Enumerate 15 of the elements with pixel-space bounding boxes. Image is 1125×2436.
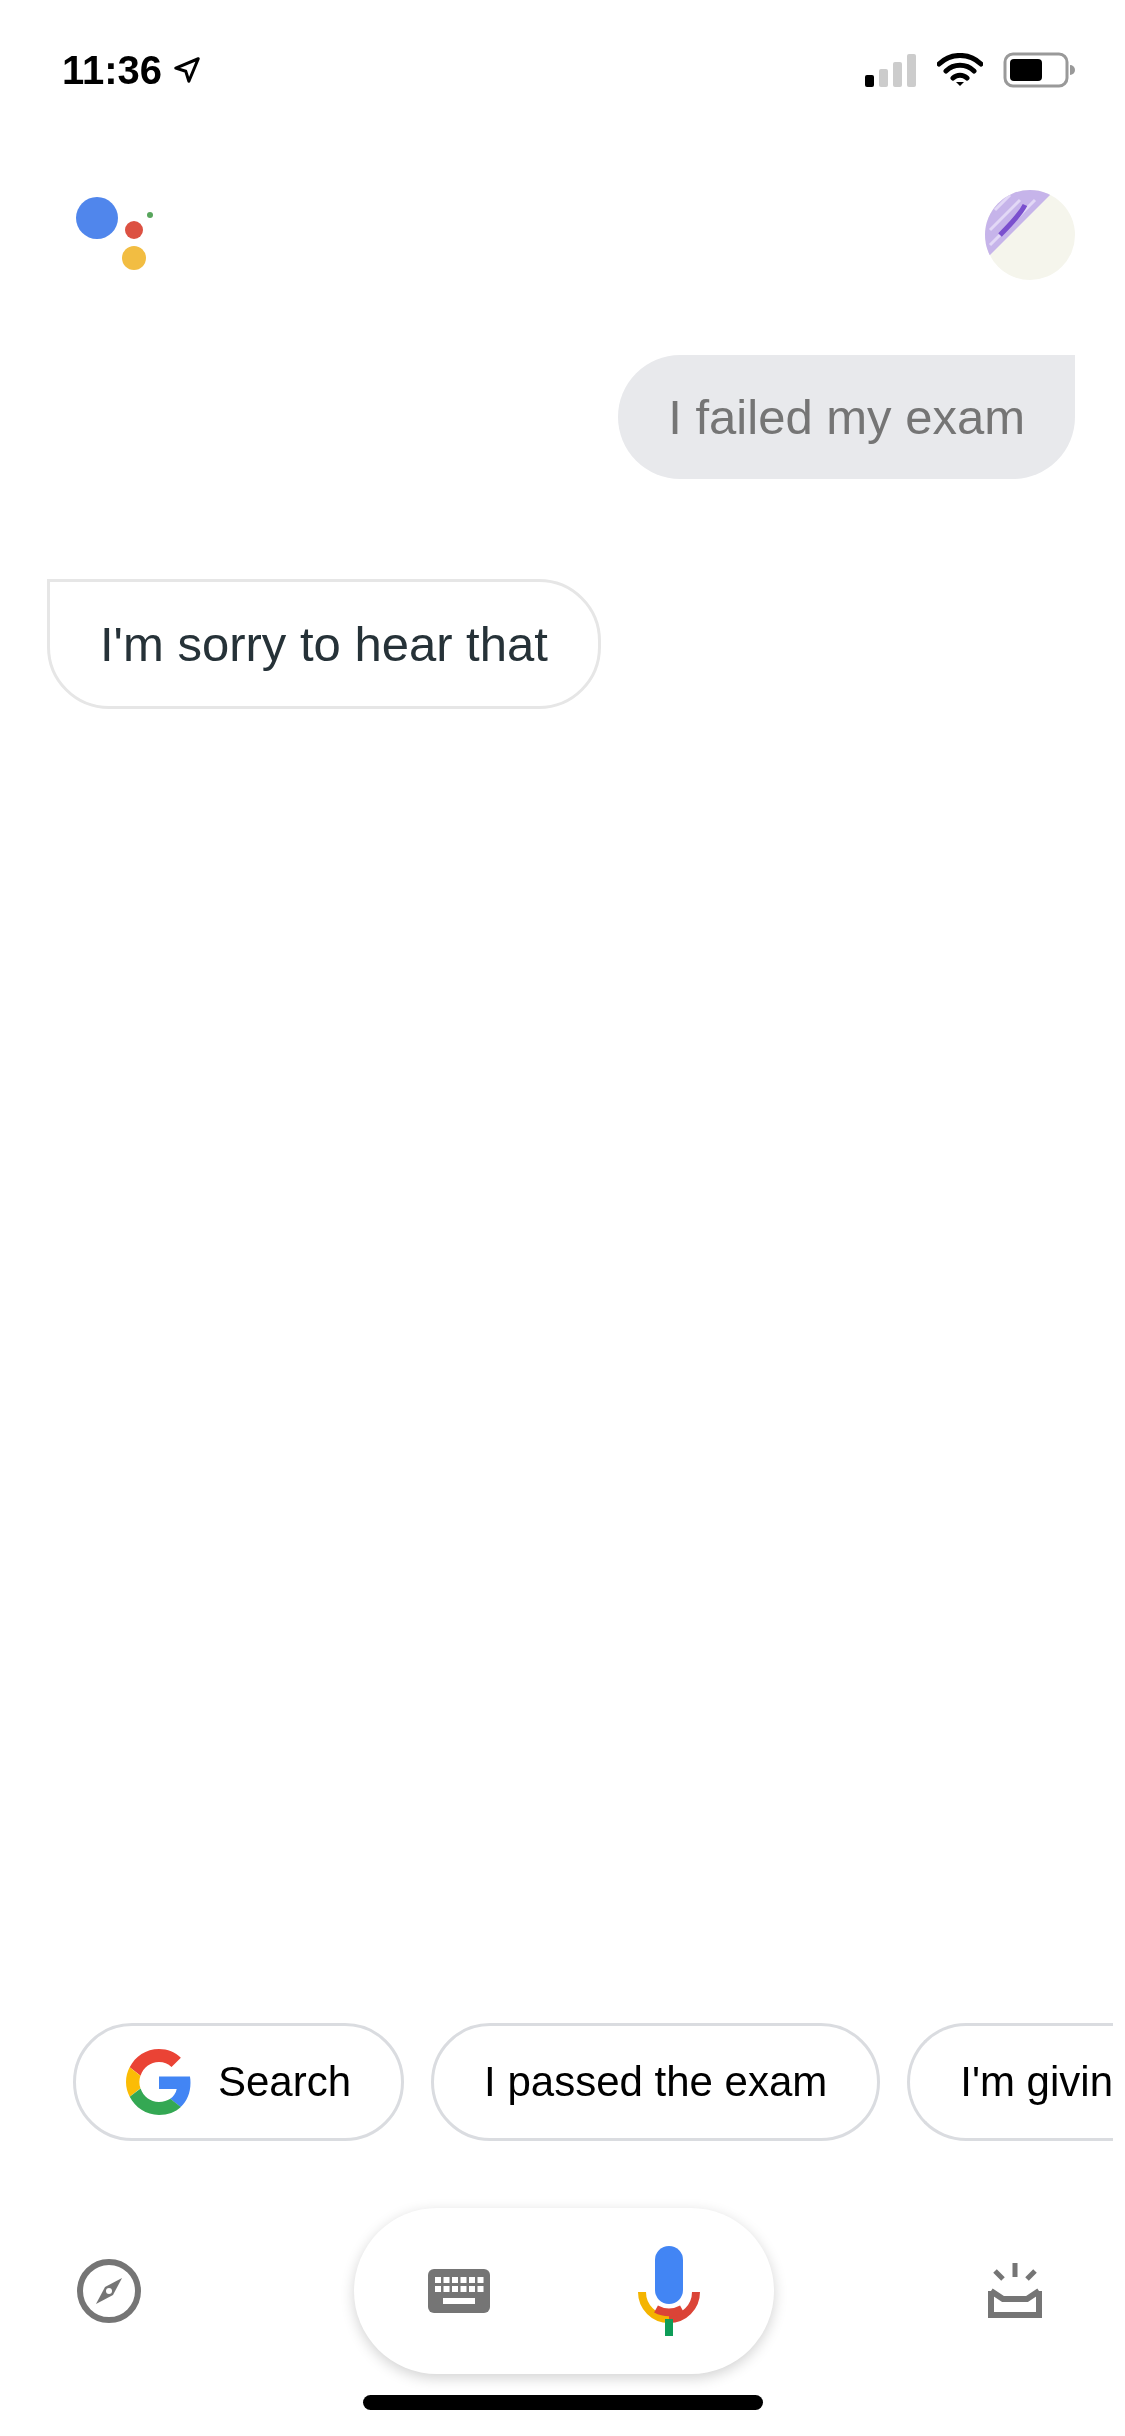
suggestion-chip[interactable]: Search xyxy=(73,2023,405,2141)
status-time: 11:36 xyxy=(62,47,163,93)
compass-icon[interactable] xyxy=(76,2258,142,2324)
suggestion-chip[interactable]: I passed the exam xyxy=(431,2023,881,2141)
location-arrow-icon xyxy=(172,55,203,85)
wifi-icon xyxy=(937,53,983,87)
user-message: I failed my exam xyxy=(618,355,1075,479)
suggestion-chip[interactable]: I'm givin xyxy=(907,2023,1113,2141)
google-icon xyxy=(126,2049,192,2115)
signal-icon xyxy=(865,53,917,87)
updates-tray-icon[interactable] xyxy=(985,2261,1045,2321)
battery-icon xyxy=(1003,52,1075,88)
keyboard-icon[interactable] xyxy=(427,2269,490,2313)
microphone-icon[interactable] xyxy=(637,2246,700,2336)
assistant-message: I'm sorry to hear that xyxy=(47,579,601,709)
